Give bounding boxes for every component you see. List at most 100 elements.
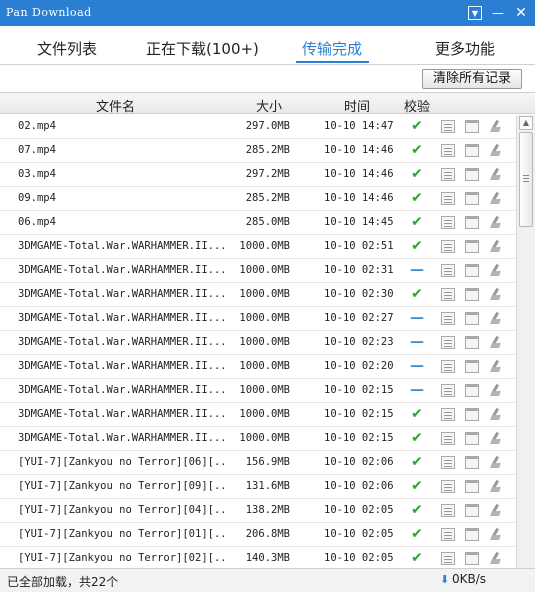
folder-icon[interactable] [465,192,479,205]
file-time: 10-10 02:15 [324,432,394,444]
folder-icon[interactable] [465,144,479,157]
column-header-verify[interactable]: 校验 [404,96,430,115]
clear-icon[interactable] [490,480,502,493]
folder-icon[interactable] [465,240,479,253]
tab-more-features[interactable]: 更多功能 [435,38,495,59]
clear-icon[interactable] [490,528,502,541]
folder-icon[interactable] [465,216,479,229]
clear-icon[interactable] [490,264,502,277]
minimize-icon[interactable]: — [490,5,506,21]
table-row[interactable]: 3DMGAME-Total.War.WARHAMMER.II.... 1000.0… [0,235,516,259]
clear-icon[interactable] [490,504,502,517]
column-header-time[interactable]: 时间 [344,96,370,115]
file-icon[interactable] [441,144,455,157]
folder-icon[interactable] [465,528,479,541]
table-row[interactable]: [YUI-7][Zankyou no Terror][01][... 206.8M… [0,523,516,547]
clear-icon[interactable] [490,456,502,469]
clear-icon[interactable] [490,432,502,445]
clear-icon[interactable] [490,144,502,157]
table-row[interactable]: [YUI-7][Zankyou no Terror][04][... 138.2M… [0,499,516,523]
file-icon[interactable] [441,384,455,397]
file-icon[interactable] [441,216,455,229]
table-row[interactable]: [YUI-7][Zankyou no Terror][06][... 156.9M… [0,451,516,475]
folder-icon[interactable] [465,120,479,133]
file-icon[interactable] [441,456,455,469]
clear-icon[interactable] [490,384,502,397]
table-row[interactable]: [YUI-7][Zankyou no Terror][02][... 140.3M… [0,547,516,568]
clear-icon[interactable] [490,240,502,253]
file-name: 3DMGAME-Total.War.WARHAMMER.II.... [18,288,226,300]
file-icon[interactable] [441,336,455,349]
vertical-scrollbar[interactable]: ▲ [516,115,535,568]
folder-icon[interactable] [465,168,479,181]
folder-icon[interactable] [465,312,479,325]
file-icon[interactable] [441,408,455,421]
table-row[interactable]: [YUI-7][Zankyou no Terror][09][... 131.6M… [0,475,516,499]
folder-icon[interactable] [465,552,479,565]
folder-icon[interactable] [465,384,479,397]
folder-icon[interactable] [465,288,479,301]
check-icon: ✔ [411,478,423,494]
folder-icon[interactable] [465,336,479,349]
folder-icon[interactable] [465,408,479,421]
clear-icon[interactable] [490,288,502,301]
file-icon[interactable] [441,168,455,181]
file-icon[interactable] [441,288,455,301]
table-row[interactable]: 3DMGAME-Total.War.WARHAMMER.II.... 1000.0… [0,403,516,427]
clear-icon[interactable] [490,360,502,373]
clear-icon[interactable] [490,408,502,421]
file-icon[interactable] [441,264,455,277]
folder-icon[interactable] [465,432,479,445]
folder-icon[interactable] [465,456,479,469]
file-icon[interactable] [441,312,455,325]
clear-icon[interactable] [490,168,502,181]
table-row[interactable]: 3DMGAME-Total.War.WARHAMMER.II.... 1000.0… [0,427,516,451]
folder-icon[interactable] [465,264,479,277]
folder-icon[interactable] [465,360,479,373]
clear-icon[interactable] [490,216,502,229]
table-row[interactable]: 3DMGAME-Total.War.WARHAMMER.II.... 1000.0… [0,331,516,355]
folder-icon[interactable] [465,480,479,493]
table-row[interactable]: 09.mp4 285.2MB 10-10 14:46 ✔ [0,187,516,211]
clear-icon[interactable] [490,336,502,349]
file-name: 02.mp4 [18,120,56,132]
table-row[interactable]: 3DMGAME-Total.War.WARHAMMER.II.... 1000.0… [0,259,516,283]
dropdown-icon[interactable]: ▼ [468,6,482,20]
scroll-thumb[interactable] [519,132,533,227]
file-icon[interactable] [441,360,455,373]
clear-icon[interactable] [490,120,502,133]
table-row[interactable]: 3DMGAME-Total.War.WARHAMMER.II.... 1000.0… [0,379,516,403]
file-size: 1000.0MB [239,240,290,252]
table-row[interactable]: 3DMGAME-Total.War.WARHAMMER.II.... 1000.0… [0,307,516,331]
tab-downloading[interactable]: 正在下载(100+) [146,38,259,59]
table-row[interactable]: 07.mp4 285.2MB 10-10 14:46 ✔ [0,139,516,163]
file-icon[interactable] [441,120,455,133]
clear-icon[interactable] [490,552,502,565]
folder-icon[interactable] [465,504,479,517]
tab-transfer-complete[interactable]: 传输完成 [302,38,362,59]
file-icon[interactable] [441,552,455,565]
clear-all-records-button[interactable]: 清除所有记录 [422,69,522,89]
tab-file-list[interactable]: 文件列表 [37,38,97,59]
close-icon[interactable]: ✕ [513,5,529,21]
table-row[interactable]: 03.mp4 297.2MB 10-10 14:46 ✔ [0,163,516,187]
file-icon[interactable] [441,240,455,253]
column-header-filename[interactable]: 文件名 [96,96,135,115]
table-row[interactable]: 06.mp4 285.0MB 10-10 14:45 ✔ [0,211,516,235]
file-icon[interactable] [441,528,455,541]
table-row[interactable]: 3DMGAME-Total.War.WARHAMMER.II.... 1000.0… [0,355,516,379]
file-icon[interactable] [441,504,455,517]
table-row[interactable]: 02.mp4 297.0MB 10-10 14:47 ✔ [0,115,516,139]
file-icon[interactable] [441,192,455,205]
table-row[interactable]: 3DMGAME-Total.War.WARHAMMER.II.... 1000.0… [0,283,516,307]
file-icon[interactable] [441,432,455,445]
file-name: 03.mp4 [18,168,56,180]
file-icon[interactable] [441,480,455,493]
check-icon: ✔ [411,166,423,182]
clear-icon[interactable] [490,192,502,205]
scroll-up-arrow-icon[interactable]: ▲ [519,116,533,130]
file-size: 285.0MB [245,216,290,228]
file-name: 3DMGAME-Total.War.WARHAMMER.II.... [18,240,226,252]
column-header-size[interactable]: 大小 [256,96,282,115]
clear-icon[interactable] [490,312,502,325]
